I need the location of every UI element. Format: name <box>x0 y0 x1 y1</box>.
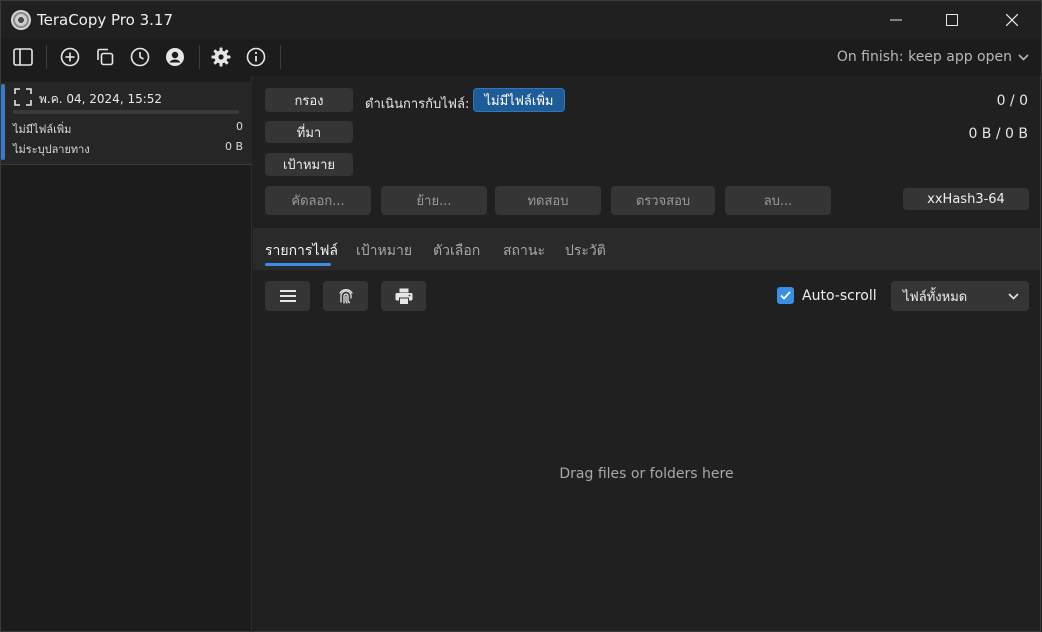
job-selected-indicator <box>1 84 5 160</box>
expand-icon[interactable] <box>14 88 32 106</box>
add-icon <box>60 47 80 67</box>
toolbar-divider <box>199 45 200 69</box>
sidebar-toggle-button[interactable] <box>12 46 34 68</box>
info-icon <box>246 47 266 67</box>
settings-button[interactable] <box>210 46 232 68</box>
window-title: TeraCopy Pro 3.17 <box>37 11 173 29</box>
check-icon <box>780 291 791 300</box>
history-icon <box>130 47 150 67</box>
account-button[interactable] <box>164 46 186 68</box>
autoscroll-label: Auto-scroll <box>802 287 877 304</box>
tab-bar: รายการไฟล์ เป้าหมาย ตัวเลือก สถานะ ประวั… <box>253 228 1040 270</box>
toolbar-divider <box>280 45 281 69</box>
tab-target[interactable]: เป้าหมาย <box>356 240 412 262</box>
test-action-button[interactable]: ทดสอบ <box>495 186 601 215</box>
on-finish-label: On finish: keep app open <box>836 49 1012 65</box>
target-button[interactable]: เป้าหมาย <box>265 153 353 176</box>
fingerprint-button[interactable] <box>323 281 368 311</box>
toolbar-divider <box>46 45 47 69</box>
file-action-label: ดำเนินการกับไฟล์: <box>365 97 470 112</box>
chevron-down-icon <box>1008 292 1019 300</box>
minimize-icon <box>890 19 902 21</box>
copy-icon <box>97 48 114 66</box>
tab-file-list[interactable]: รายการไฟล์ <box>265 240 338 262</box>
delete-action-button[interactable]: ลบ... <box>725 186 831 215</box>
job-target-row: ไม่ระบุปลายทาง 0 B <box>13 140 243 158</box>
main-panel: กรอง ที่มา เป้าหมาย ดำเนินการกับไฟล์: ไม… <box>253 76 1041 632</box>
list-menu-button[interactable] <box>265 281 310 311</box>
autoscroll-toggle[interactable]: Auto-scroll <box>777 287 877 304</box>
job-date: พ.ค. 04, 2024, 15:52 <box>39 92 163 106</box>
hash-algorithm-button[interactable]: xxHash3-64 <box>903 188 1029 210</box>
menu-icon <box>279 290 296 302</box>
info-button[interactable] <box>245 46 267 68</box>
close-button[interactable] <box>983 1 1041 39</box>
copy-button[interactable] <box>94 46 116 68</box>
history-button[interactable] <box>129 46 151 68</box>
source-button[interactable]: ที่มา <box>265 121 353 143</box>
move-action-button[interactable]: ย้าย... <box>381 186 487 215</box>
job-files-label: ไม่มีไฟล์เพิ่ม <box>13 123 72 136</box>
copy-action-button[interactable]: คัดลอก... <box>265 186 371 215</box>
autoscroll-checkbox[interactable] <box>777 287 794 304</box>
fingerprint-icon <box>338 289 353 304</box>
job-files-row: ไม่มีไฟล์เพิ่ม 0 <box>13 120 243 138</box>
file-filter-value: ไฟล์ทั้งหมด <box>903 289 968 305</box>
close-icon <box>1006 14 1018 26</box>
active-tab-indicator <box>265 263 331 266</box>
size-progress: 0 B / 0 B <box>968 126 1028 142</box>
tab-status[interactable]: สถานะ <box>503 240 545 262</box>
file-filter-select[interactable]: ไฟล์ทั้งหมด <box>891 281 1029 311</box>
file-count: 0 / 0 <box>996 93 1028 109</box>
job-files-value: 0 <box>236 120 243 133</box>
minimize-button[interactable] <box>867 1 925 39</box>
settings-icon <box>211 47 231 67</box>
job-item[interactable]: พ.ค. 04, 2024, 15:52 ไม่มีไฟล์เพิ่ม 0 ไม… <box>1 82 252 165</box>
chevron-down-icon <box>1018 53 1029 61</box>
tab-options[interactable]: ตัวเลือก <box>433 240 480 262</box>
maximize-icon <box>946 14 958 26</box>
verify-action-button[interactable]: ตรวจสอบ <box>611 186 715 215</box>
job-target-label: ไม่ระบุปลายทาง <box>13 143 90 156</box>
job-progress-bar <box>13 110 239 114</box>
tab-history[interactable]: ประวัติ <box>565 240 606 262</box>
title-bar: TeraCopy Pro 3.17 <box>0 0 1042 38</box>
file-action-button[interactable]: ไม่มีไฟล์เพิ่ม <box>473 88 565 112</box>
print-icon <box>395 288 412 305</box>
sidebar-icon <box>13 48 33 66</box>
job-target-value: 0 B <box>224 140 243 153</box>
job-sidebar: พ.ค. 04, 2024, 15:52 ไม่มีไฟล์เพิ่ม 0 ไม… <box>0 76 252 632</box>
drop-zone-hint[interactable]: Drag files or folders here <box>253 466 1040 482</box>
filter-button[interactable]: กรอง <box>265 88 353 112</box>
add-button[interactable] <box>59 46 81 68</box>
on-finish-dropdown[interactable]: On finish: keep app open <box>837 49 1029 65</box>
toolbar: On finish: keep app open <box>0 38 1042 76</box>
app-icon <box>11 10 31 30</box>
account-icon <box>166 48 184 66</box>
maximize-button[interactable] <box>923 1 981 39</box>
print-button[interactable] <box>381 281 426 311</box>
